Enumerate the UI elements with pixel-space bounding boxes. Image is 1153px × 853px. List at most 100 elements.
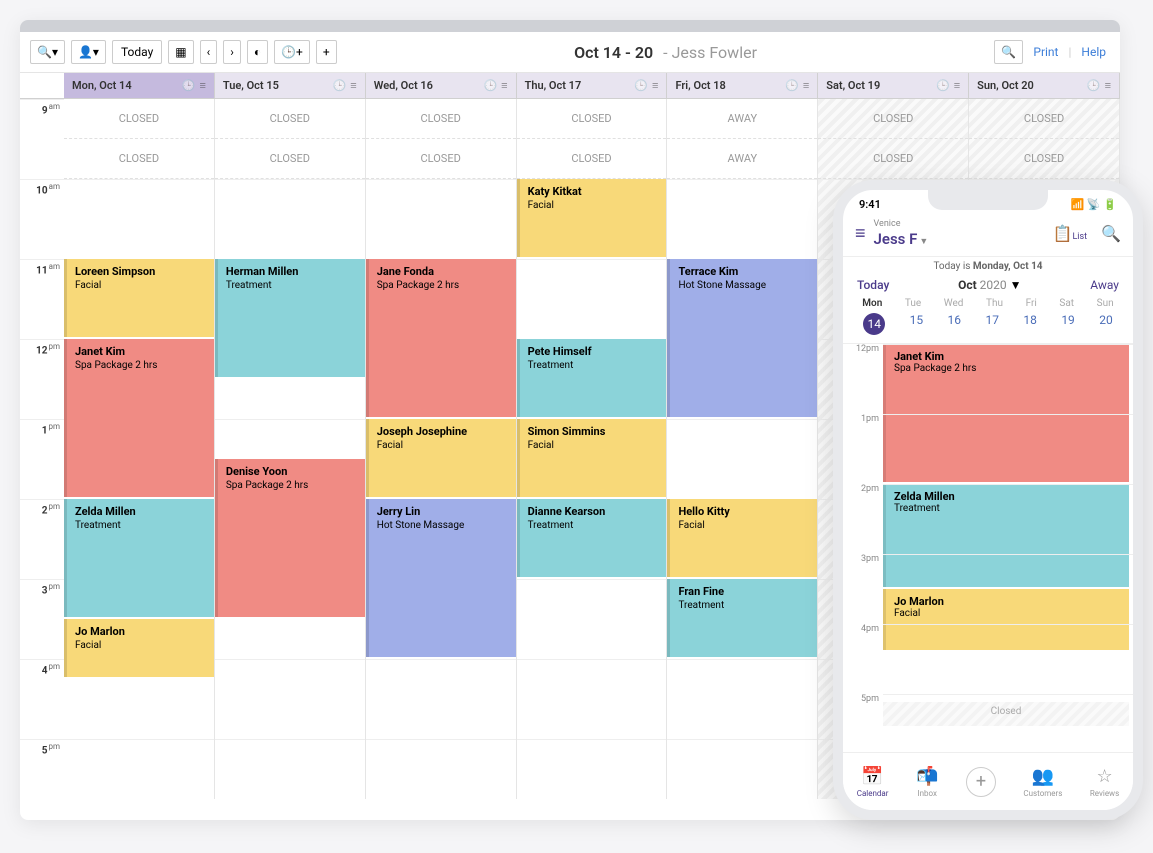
prev-week-button[interactable]: ‹ [200, 40, 218, 64]
status-row: CLOSED [64, 139, 214, 179]
phone-daynames-row: MonTueWedThuFriSatSun [843, 296, 1133, 311]
list-icon[interactable]: ≡ [350, 79, 356, 92]
appointment[interactable]: Denise YoonSpa Package 2 hrs [215, 459, 365, 617]
time-label-2: 2pm [20, 499, 64, 579]
clock-icon[interactable]: 🕒 [1087, 79, 1101, 92]
day-column-1[interactable]: CLOSEDCLOSED Herman MillenTreatment Denise… [215, 99, 366, 799]
day-column-4[interactable]: AWAYAWAYTerrace KimHot Stone MassageHell… [667, 99, 818, 799]
phone-dayname: Fri [1026, 298, 1037, 309]
clock-add-button[interactable]: 🕒+ [274, 40, 310, 64]
zoom-button[interactable]: 🔍▾ [30, 40, 65, 64]
appointment[interactable]: Terrace KimHot Stone Massage [667, 259, 817, 417]
clock-icon[interactable]: 🕒 [785, 79, 799, 92]
time-label-12: 12pm [20, 339, 64, 419]
clock-icon[interactable]: 🕒 [333, 79, 347, 92]
print-link[interactable]: Print [1029, 45, 1062, 59]
list-icon[interactable]: ≡ [652, 79, 658, 92]
phone-list-button[interactable]: 📋List [1053, 224, 1088, 243]
phone-tab-calendar[interactable]: 📅Calendar [857, 766, 889, 798]
day-headers-row: Mon, Oct 14🕒≡Tue, Oct 15🕒≡Wed, Oct 16🕒≡T… [20, 73, 1120, 99]
phone-search-icon[interactable]: 🔍 [1101, 224, 1121, 243]
time-gutter: 9am10am11am12pm1pm2pm3pm4pm5pm [20, 99, 64, 799]
list-icon[interactable]: ≡ [501, 79, 507, 92]
phone-away-link[interactable]: Away [1090, 278, 1119, 292]
phone-date-17[interactable]: 17 [985, 313, 999, 335]
day-header-4[interactable]: Fri, Oct 18🕒≡ [667, 73, 818, 98]
appointment[interactable]: Loreen SimpsonFacial [64, 259, 214, 337]
day-header-2[interactable]: Wed, Oct 16🕒≡ [366, 73, 517, 98]
appointment[interactable]: Dianne KearsonTreatment [517, 499, 667, 577]
day-header-5[interactable]: Sat, Oct 19🕒≡ [818, 73, 969, 98]
phone-date-15[interactable]: 15 [910, 313, 924, 335]
status-row: CLOSED [818, 139, 968, 179]
day-header-3[interactable]: Thu, Oct 17🕒≡ [517, 73, 668, 98]
status-row: CLOSED [969, 99, 1119, 139]
phone-appointment[interactable]: Jo MarlonFacial [883, 589, 1129, 650]
list-icon[interactable]: ≡ [199, 79, 205, 92]
list-icon[interactable]: ≡ [1105, 79, 1111, 92]
phone-user-name[interactable]: Jess F▼ [874, 230, 929, 248]
phone-appointment[interactable]: Janet KimSpa Package 2 hrs [883, 344, 1129, 482]
status-row: CLOSED [818, 99, 968, 139]
appointment[interactable]: Zelda MillenTreatment [64, 499, 214, 617]
phone-tab-add[interactable]: + [966, 767, 996, 797]
status-row: CLOSED [969, 139, 1119, 179]
appointment[interactable]: Simon SimminsFacial [517, 419, 667, 497]
appointment[interactable]: Hello KittyFacial [667, 499, 817, 577]
appointment[interactable]: Pete HimselfTreatment [517, 339, 667, 417]
day-column-0[interactable]: CLOSEDCLOSEDLoreen SimpsonFacialJanet Ki… [64, 99, 215, 799]
day-column-2[interactable]: CLOSEDCLOSEDJane FondaSpa Package 2 hrsJ… [366, 99, 517, 799]
phone-date-19[interactable]: 19 [1061, 313, 1075, 335]
toolbar: 🔍▾ 👤▾ Today ▦ ‹ › ◐ 🕒+ + Oct 14 - 20 - J… [20, 32, 1120, 73]
next-week-button[interactable]: › [223, 40, 241, 64]
appointment[interactable]: Joseph JosephineFacial [366, 419, 516, 497]
appointment[interactable]: Janet KimSpa Package 2 hrs [64, 339, 214, 497]
list-icon[interactable]: ≡ [803, 79, 809, 92]
status-row: CLOSED [215, 139, 365, 179]
phone-hour-label: 4pm [843, 624, 883, 694]
view-grid-button[interactable]: ▦ [168, 40, 193, 64]
phone-closed-block: Closed [883, 702, 1129, 726]
clock-icon[interactable]: 🕒 [483, 79, 497, 92]
phone-dayname: Thu [986, 298, 1003, 309]
phone-tab-reviews[interactable]: ☆Reviews [1090, 766, 1119, 798]
status-row: CLOSED [517, 99, 667, 139]
appointment[interactable]: Jo MarlonFacial [64, 619, 214, 677]
status-row: CLOSED [517, 139, 667, 179]
phone-hour-label: 1pm [843, 414, 883, 484]
phone-date-20[interactable]: 20 [1099, 313, 1113, 335]
appointment[interactable]: Jerry LinHot Stone Massage [366, 499, 516, 657]
day-header-6[interactable]: Sun, Oct 20🕒≡ [969, 73, 1120, 98]
add-appointment-button[interactable]: + [316, 40, 337, 64]
phone-month[interactable]: Oct [958, 278, 977, 292]
appointment[interactable]: Katy KitkatFacial [517, 179, 667, 257]
day-header-0[interactable]: Mon, Oct 14🕒≡ [64, 73, 215, 98]
phone-date-14[interactable]: 14 [863, 313, 885, 335]
clock-icon[interactable]: 🕒 [936, 79, 950, 92]
phone-today-link[interactable]: Today [857, 278, 889, 292]
day-header-1[interactable]: Tue, Oct 15🕒≡ [215, 73, 366, 98]
phone-appointment[interactable]: Zelda MillenTreatment [883, 484, 1129, 587]
speed-dial-button[interactable]: ◐ [247, 40, 268, 64]
hamburger-icon[interactable]: ≡ [855, 223, 866, 244]
phone-dayname: Sun [1097, 298, 1114, 309]
day-column-3[interactable]: CLOSEDCLOSEDKaty KitkatFacialPete Himsel… [517, 99, 668, 799]
appointment[interactable]: Jane FondaSpa Package 2 hrs [366, 259, 516, 417]
today-button[interactable]: Today [112, 40, 162, 64]
appointment[interactable]: Herman MillenTreatment [215, 259, 365, 377]
phone-hour-label: 3pm [843, 554, 883, 624]
phone-date-16[interactable]: 16 [948, 313, 962, 335]
list-icon[interactable]: ≡ [954, 79, 960, 92]
help-link[interactable]: Help [1077, 45, 1110, 59]
phone-tab-customers[interactable]: 👥Customers [1023, 766, 1062, 798]
clock-icon[interactable]: 🕒 [182, 79, 196, 92]
time-label-5: 5pm [20, 739, 64, 799]
phone-tab-inbox[interactable]: 📬Inbox [916, 766, 938, 798]
staff-filter-button[interactable]: 👤▾ [71, 40, 106, 64]
phone-date-18[interactable]: 18 [1023, 313, 1037, 335]
status-row: CLOSED [215, 99, 365, 139]
search-button[interactable]: 🔍 [994, 40, 1023, 64]
clock-icon[interactable]: 🕒 [634, 79, 648, 92]
phone-notch [928, 190, 1048, 210]
appointment[interactable]: Fran FineTreatment [667, 579, 817, 657]
